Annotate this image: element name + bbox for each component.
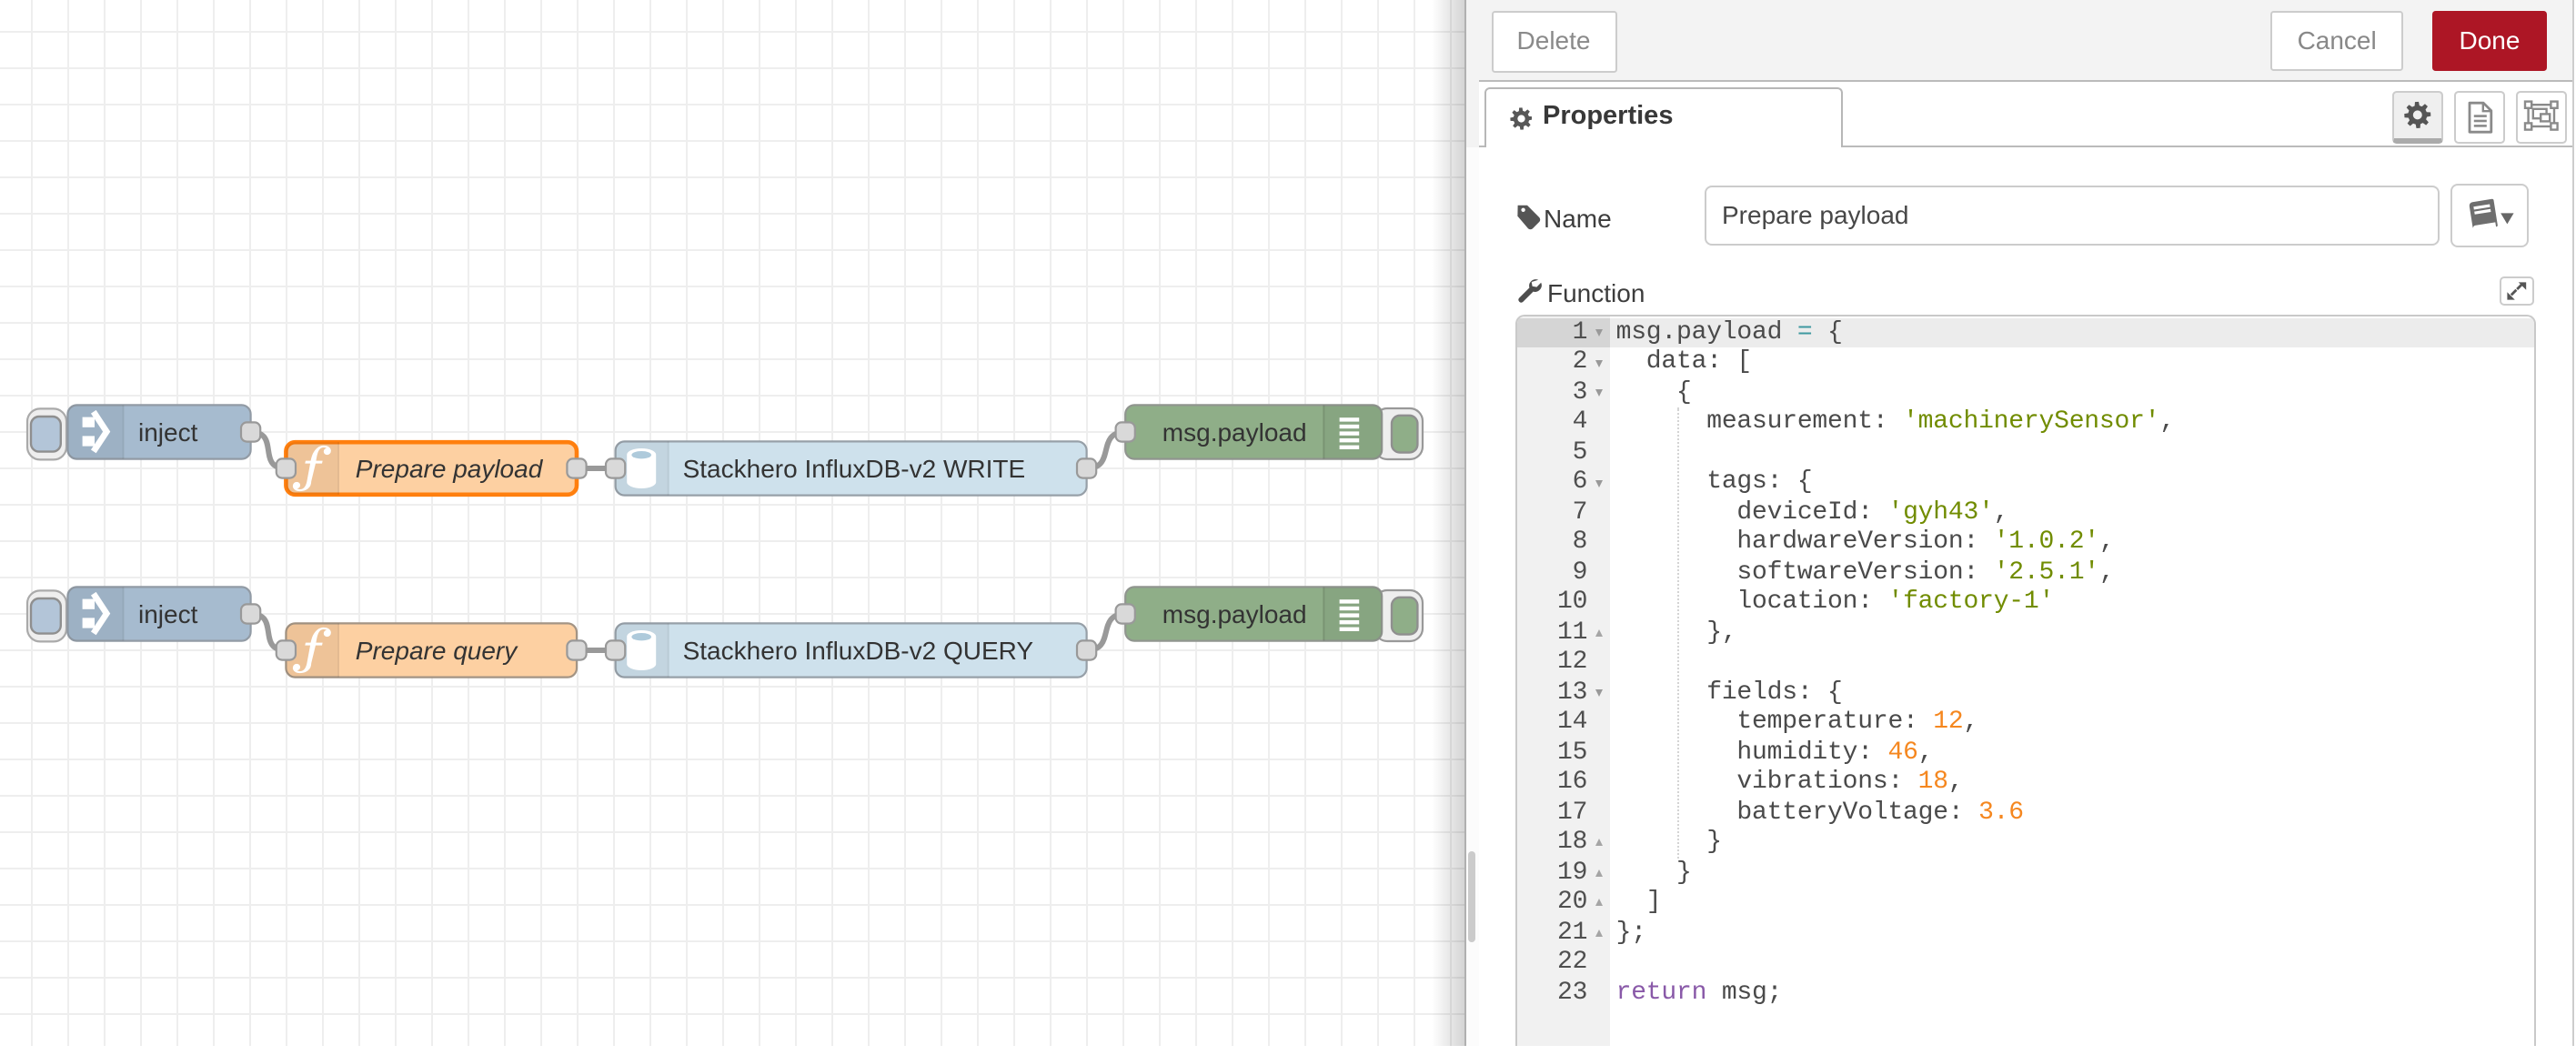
svg-text:inject: inject [138, 418, 198, 447]
svg-text:Prepare query: Prepare query [356, 637, 518, 665]
svg-text:msg.payload: msg.payload [1162, 418, 1307, 447]
svg-text:msg.payload: msg.payload [1162, 600, 1307, 628]
svg-text:Stackhero InfluxDB-v2 QUERY: Stackhero InfluxDB-v2 QUERY [683, 637, 1034, 665]
svg-text:Stackhero InfluxDB-v2 WRITE: Stackhero InfluxDB-v2 WRITE [683, 455, 1026, 483]
svg-text:inject: inject [138, 600, 198, 628]
svg-text:Prepare payload: Prepare payload [356, 455, 544, 483]
